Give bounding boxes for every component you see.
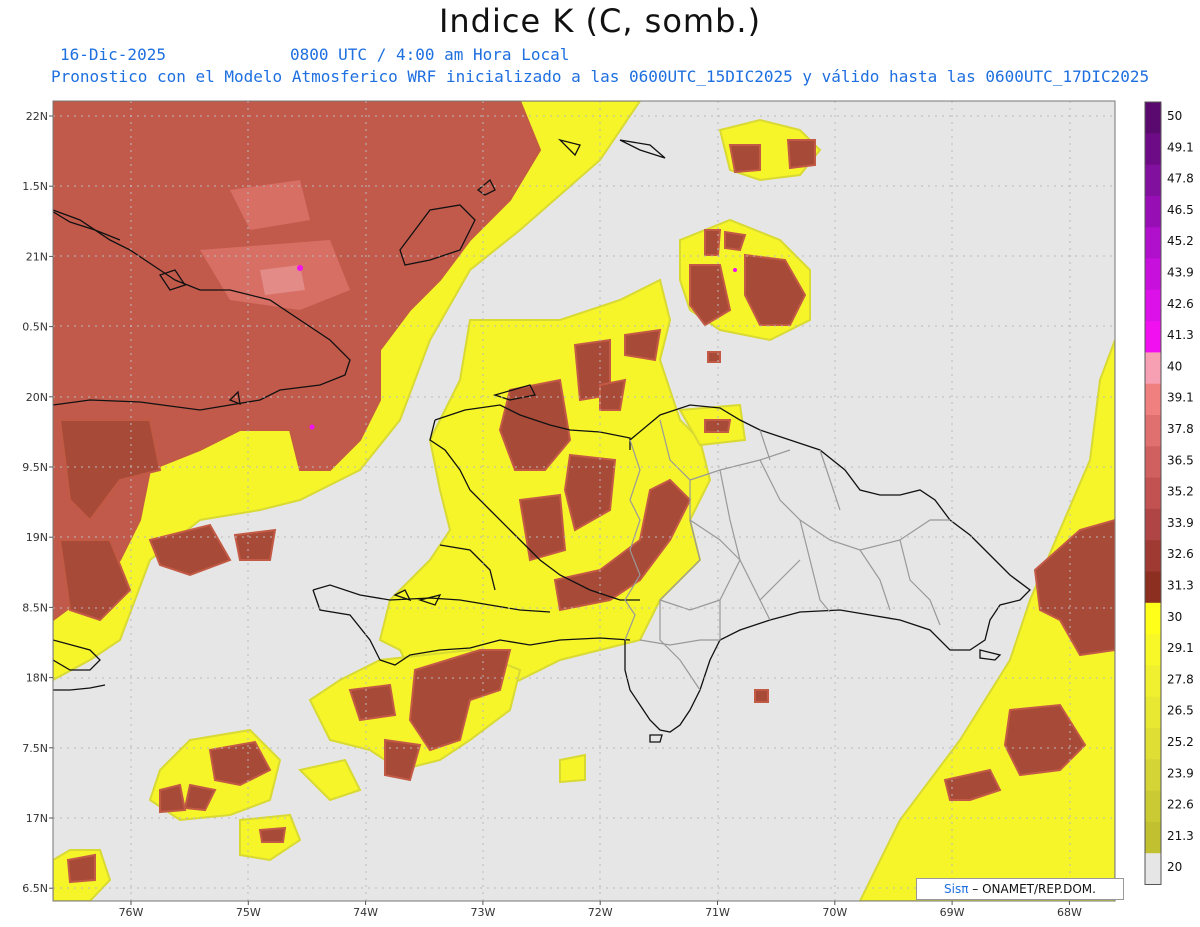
colorbar-swatch xyxy=(1145,477,1161,510)
colorbar-label: 46.5 xyxy=(1167,203,1194,217)
lon-label: 72W xyxy=(588,906,613,919)
colorbar-swatch xyxy=(1145,102,1161,134)
colorbar-label: 30 xyxy=(1167,610,1182,624)
lat-label: 8.5N xyxy=(22,601,48,614)
colorbar-label: 45.2 xyxy=(1167,234,1194,248)
lat-label: 7.5N xyxy=(22,742,48,755)
colorbar-label: 43.9 xyxy=(1167,266,1194,280)
longitude-axis: 76W 75W 74W 73W 72W 71W 70W 69W 68W xyxy=(119,901,1082,919)
colorbar-swatch xyxy=(1145,790,1161,823)
lat-label: 9.5N xyxy=(22,461,48,474)
lon-label: 69W xyxy=(940,906,965,919)
lon-label: 75W xyxy=(236,906,261,919)
colorbar-label: 31.3 xyxy=(1167,579,1194,593)
colorbar-label: 47.8 xyxy=(1167,172,1194,186)
credit-badge: Sisπ – ONAMET/REP.DOM. xyxy=(916,878,1124,900)
latitude-axis: 22N 1.5N 21N 0.5N 20N 9.5N 19N 8.5N 18N 7.5N 17N 6.… xyxy=(22,110,53,895)
lat-label: 0.5N xyxy=(22,321,48,334)
colorbar-swatch xyxy=(1145,696,1161,729)
colorbar-label: 22.6 xyxy=(1167,798,1194,812)
colorbar-swatch xyxy=(1145,508,1161,541)
colorbar-swatch xyxy=(1145,415,1161,447)
colorbar-swatch xyxy=(1145,853,1161,885)
colorbar-swatch xyxy=(1145,195,1161,228)
colorbar-label: 35.2 xyxy=(1167,485,1194,499)
sispi-logo: Sisπ xyxy=(944,882,969,896)
colorbar-swatch xyxy=(1145,821,1161,854)
colorbar-label: 49.1 xyxy=(1167,140,1194,154)
colorbar-label: 32.6 xyxy=(1167,547,1194,561)
colorbar-label: 33.9 xyxy=(1167,516,1194,530)
colorbar-label: 37.8 xyxy=(1167,422,1194,436)
lat-label: 6.5N xyxy=(22,882,48,895)
lon-label: 71W xyxy=(705,906,730,919)
color-scale-bar: 50 49.1 47.8 46.5 45.2 43.9 42.6 41.3 40 39.1 37.8… xyxy=(1144,101,1194,885)
colorbar-swatch xyxy=(1145,133,1161,166)
colorbar-label: 27.8 xyxy=(1167,672,1194,686)
lat-label: 19N xyxy=(26,531,48,544)
colorbar-swatch xyxy=(1145,258,1161,291)
colorbar-swatch xyxy=(1145,227,1161,259)
colorbar-swatch xyxy=(1145,321,1161,353)
colorbar-swatch xyxy=(1145,383,1161,416)
colorbar-label: 50 xyxy=(1167,109,1182,123)
colorbar-swatch xyxy=(1145,602,1161,635)
colorbar-swatch xyxy=(1145,352,1161,385)
colorbar-swatch xyxy=(1145,634,1161,666)
colorbar-label: 41.3 xyxy=(1167,328,1194,342)
lon-label: 70W xyxy=(822,906,847,919)
lat-label: 18N xyxy=(26,672,48,685)
colorbar-label: 29.1 xyxy=(1167,641,1194,655)
colorbar-label: 23.9 xyxy=(1167,766,1194,780)
colorbar-swatch xyxy=(1145,665,1161,698)
colorbar-swatch xyxy=(1145,289,1161,322)
colorbar-label: 25.2 xyxy=(1167,735,1194,749)
colorbar-swatch xyxy=(1145,446,1161,479)
lat-label: 20N xyxy=(26,391,48,404)
colorbar-label: 42.6 xyxy=(1167,297,1194,311)
k-index-map: 22N 1.5N 21N 0.5N 20N 9.5N 19N 8.5N 18N 7.5N 17N 6.… xyxy=(22,100,1194,919)
lon-label: 73W xyxy=(470,906,495,919)
colorbar-label: 21.3 xyxy=(1167,829,1194,843)
colorbar-label: 39.1 xyxy=(1167,391,1194,405)
colorbar-label: 36.5 xyxy=(1167,453,1194,467)
credit-text: – ONAMET/REP.DOM. xyxy=(968,882,1096,896)
colorbar-swatch xyxy=(1145,571,1161,604)
lon-label: 74W xyxy=(353,906,378,919)
colorbar-label: 40 xyxy=(1167,359,1182,373)
colorbar-swatch xyxy=(1145,540,1161,572)
lat-label: 21N xyxy=(26,250,48,263)
lon-label: 68W xyxy=(1057,906,1082,919)
lat-label: 17N xyxy=(26,812,48,825)
colorbar-swatch xyxy=(1145,728,1161,760)
colorbar-label: 20 xyxy=(1167,860,1182,874)
colorbar-swatch xyxy=(1145,164,1161,197)
colorbar-swatch xyxy=(1145,759,1161,792)
colorbar-label: 26.5 xyxy=(1167,704,1194,718)
lat-label: 22N xyxy=(26,110,48,123)
lon-label: 76W xyxy=(119,906,144,919)
lat-label: 1.5N xyxy=(22,180,48,193)
